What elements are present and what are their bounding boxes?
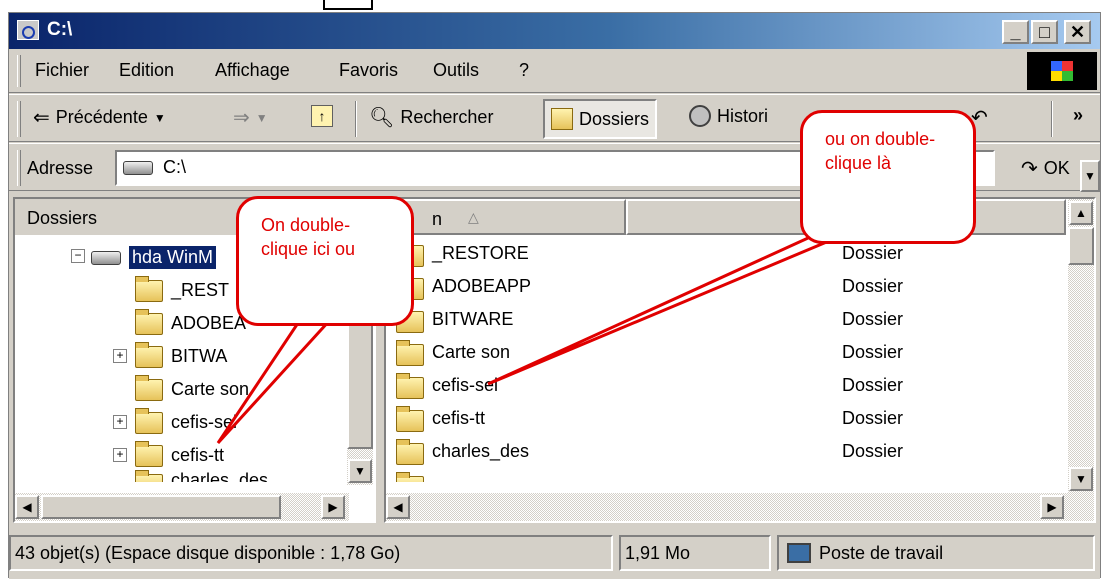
left-callout-pointer — [216, 318, 334, 445]
left-callout: On double-clique ici ou — [236, 196, 414, 326]
right-callout-pointer — [487, 226, 861, 386]
right-callout-text: ou on double-clique là — [825, 129, 936, 173]
left-callout-text: On double-clique ici ou — [261, 215, 356, 259]
callout-pointers — [216, 226, 861, 445]
right-callout: ou on double-clique là — [800, 110, 976, 244]
